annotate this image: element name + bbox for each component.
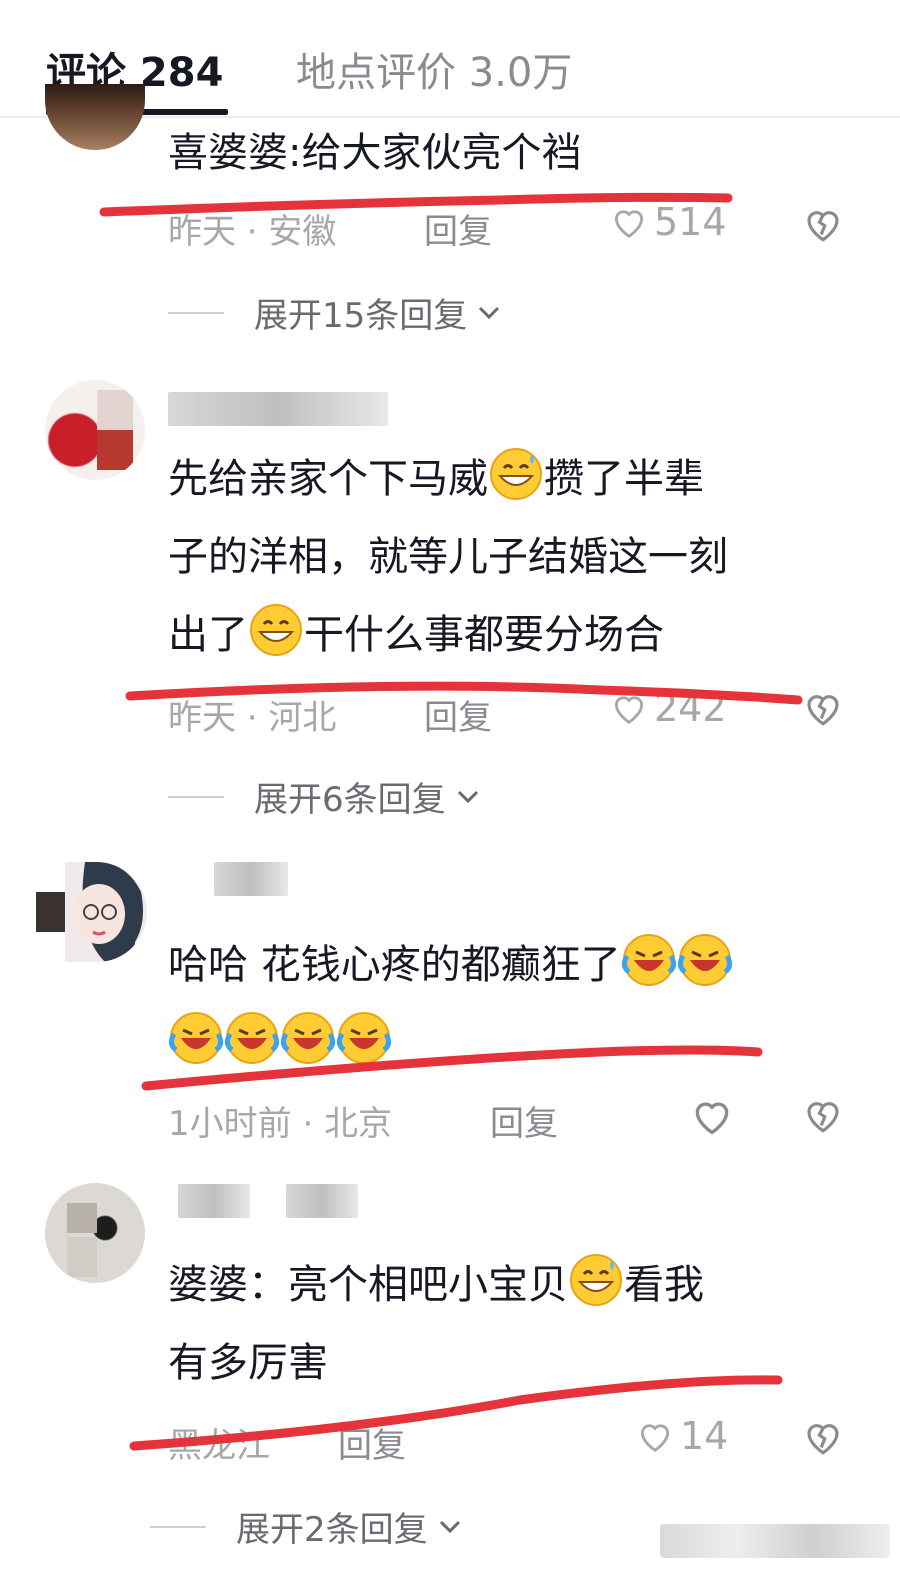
red-underline (141, 1045, 763, 1091)
red-underline (99, 192, 733, 217)
red-annotation-underlines (99, 192, 803, 1451)
red-underline (129, 1375, 783, 1451)
red-underline (125, 681, 803, 705)
